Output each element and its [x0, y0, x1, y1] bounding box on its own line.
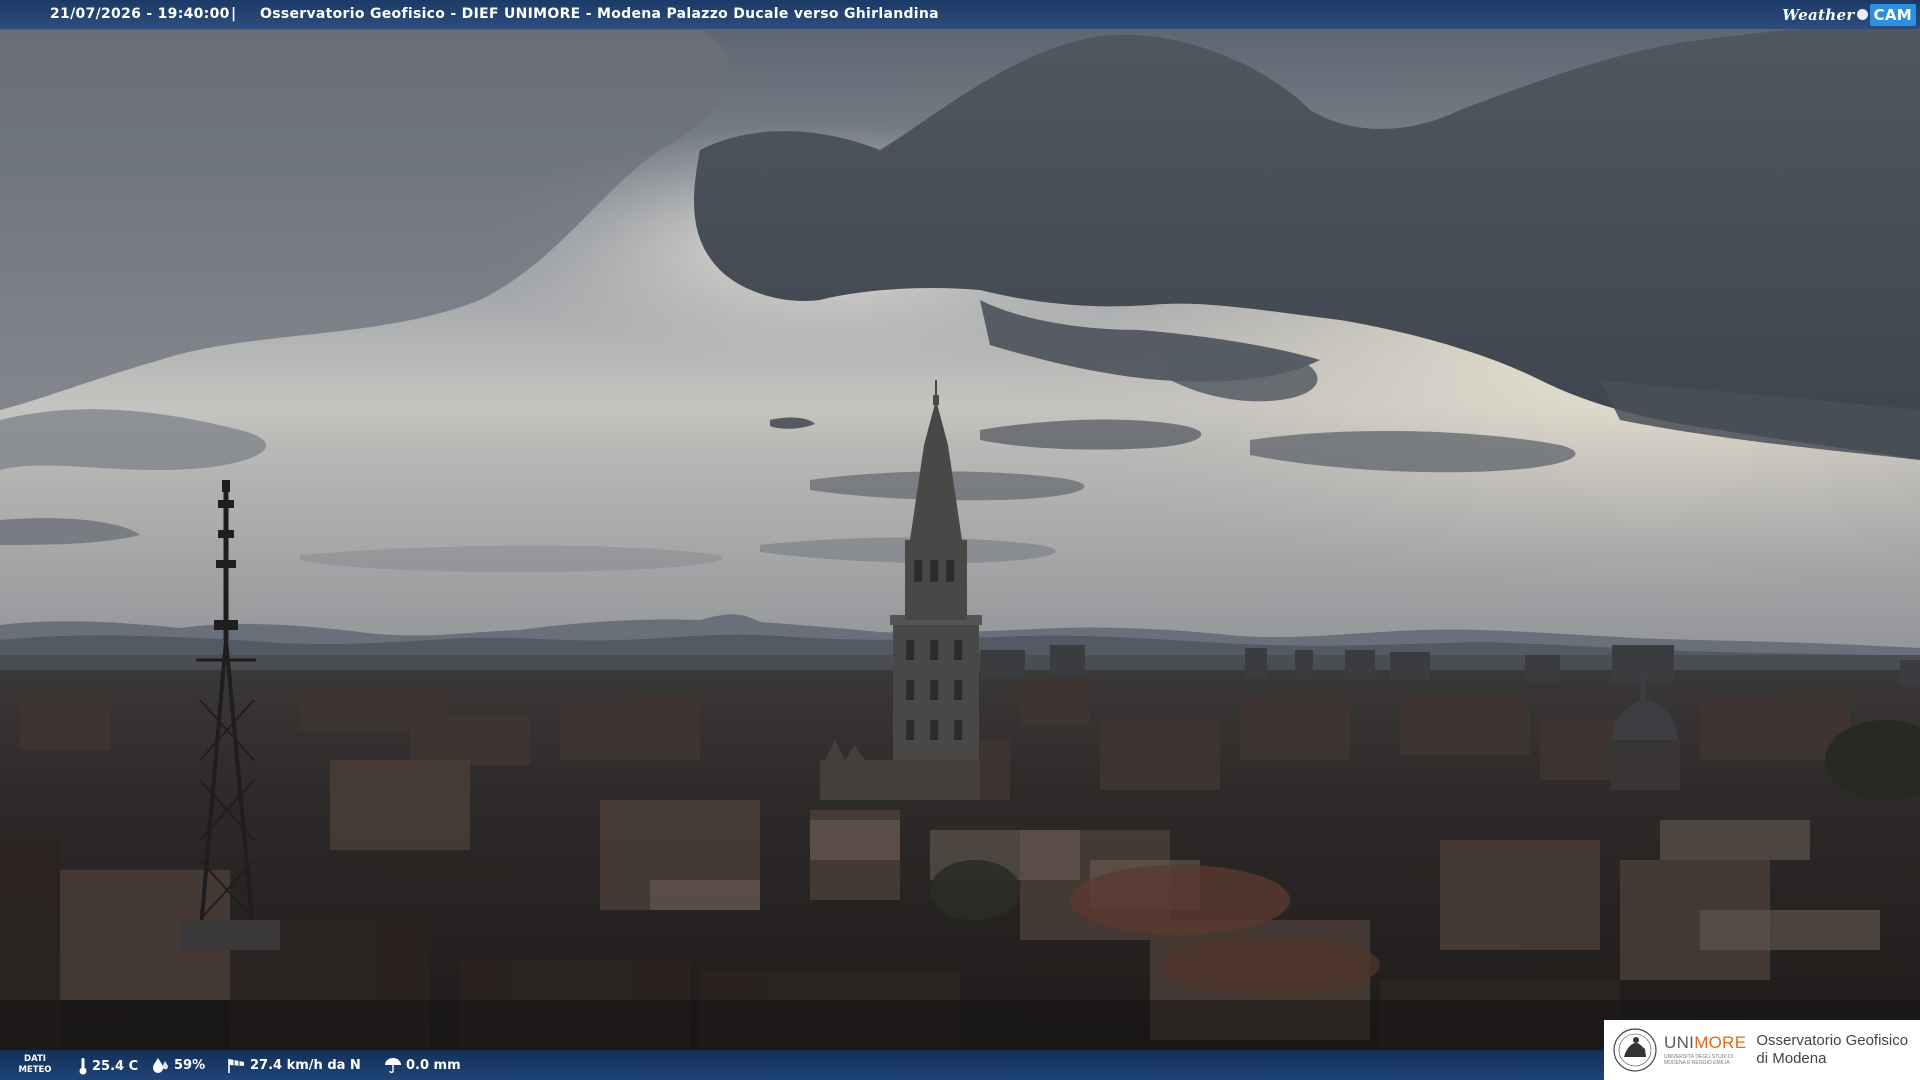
humidity-value: 59%	[174, 1057, 206, 1073]
observatory-name: Osservatorio Geofisico di Modena	[1756, 1032, 1908, 1068]
observatory-name-line1: Osservatorio Geofisico	[1756, 1032, 1909, 1049]
unimore-seal-icon	[1613, 1028, 1657, 1072]
weather-data-label: DATI METEO	[15, 1054, 55, 1076]
rain-umbrella-icon	[385, 1058, 401, 1073]
weathercam-logo-weather: Weather	[1782, 5, 1855, 24]
humidity-reading: 59%	[152, 1057, 205, 1073]
webcam-scene-image	[0, 0, 1920, 1080]
weathercam-logo-dot	[1856, 9, 1868, 20]
observatory-name-line2: di Modena	[1756, 1050, 1827, 1067]
unimore-subtitle: UNIVERSITÀ DEGLI STUDI DI MODENA E REGGI…	[1664, 1054, 1734, 1066]
thermometer-icon	[79, 1058, 87, 1075]
unimore-logo-box: UNIMORE UNIVERSITÀ DEGLI STUDI DI MODENA…	[1604, 1020, 1920, 1080]
unimore-wordmark: UNIMORE UNIVERSITÀ DEGLI STUDI DI MODENA…	[1664, 1034, 1746, 1066]
caption-separator: |	[231, 6, 237, 22]
temperature-value: 25.4 C	[92, 1058, 139, 1074]
camera-title: Osservatorio Geofisico - DIEF UNIMORE - …	[260, 6, 939, 22]
weathercam-logo: Weather CAM	[1772, 0, 1920, 29]
wind-reading: 27.4 km/h da N	[226, 1057, 361, 1073]
unimore-name-more: MORE	[1694, 1033, 1747, 1052]
temperature-reading: 25.4 C	[78, 1057, 138, 1075]
wind-sock-icon	[228, 1059, 244, 1073]
weathercam-logo-cam: CAM	[1869, 3, 1916, 26]
weather-data-bar: DATI METEO 25.4 C 59% 27.4 km/h da N 0.0…	[0, 1050, 1604, 1080]
unimore-name: UNIMORE	[1664, 1034, 1746, 1051]
weather-data-label-line1: DATI	[24, 1054, 46, 1064]
webcam-frame: 21/07/2026 - 19:40:00 | Osservatorio Geo…	[0, 0, 1920, 1080]
caption-bar: 21/07/2026 - 19:40:00 | Osservatorio Geo…	[0, 0, 1920, 29]
rain-reading: 0.0 mm	[384, 1057, 461, 1073]
rain-value: 0.0 mm	[406, 1057, 461, 1073]
humidity-drop-icon	[153, 1058, 168, 1073]
unimore-name-uni: UNI	[1664, 1033, 1695, 1052]
weather-data-label-line2: METEO	[18, 1065, 52, 1075]
wind-value: 27.4 km/h da N	[250, 1057, 361, 1073]
capture-datetime: 21/07/2026 - 19:40:00	[50, 6, 230, 22]
